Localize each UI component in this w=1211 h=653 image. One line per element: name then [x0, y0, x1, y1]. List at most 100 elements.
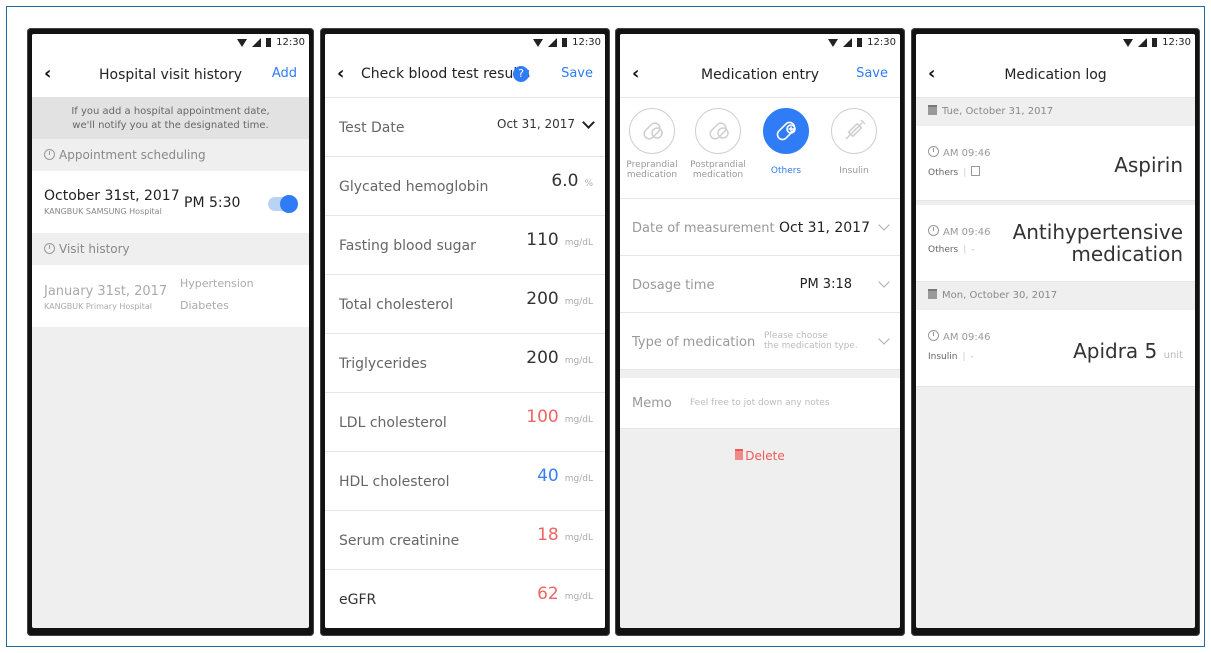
back-arrow-icon[interactable]: ‹: [632, 63, 639, 84]
entry-time: AM 09:46: [928, 225, 990, 238]
day-header-2: Mon, October 30, 2017: [916, 282, 1195, 310]
phone-medication-entry: 12:30 ‹ Medication entry Save Preprandia…: [615, 28, 905, 636]
test-value[interactable]: 100 mg/dL: [526, 407, 593, 427]
log-entry[interactable]: AM 09:46 Others | - Antihypertensive medica…: [916, 205, 1195, 282]
battery-icon: [1152, 38, 1158, 47]
appointment-row[interactable]: October 31st, 2017 KANGBUK SAMSUNG Hospi…: [32, 171, 309, 233]
blood-test-row[interactable]: Serum creatinine 18 mg/dL: [325, 511, 605, 570]
save-button[interactable]: Save: [561, 66, 593, 81]
battery-icon: [562, 38, 568, 47]
log-entry[interactable]: AM 09:46 Insulin | - Apidra 5 unit: [916, 310, 1195, 387]
option-postprandial[interactable]: Postprandial medication: [688, 108, 748, 180]
nav-bar: ‹ Hospital visit history Add: [32, 53, 309, 97]
test-label: Glycated hemoglobin: [339, 179, 489, 195]
chevron-down-icon[interactable]: [878, 219, 890, 231]
status-bar: 12:30: [916, 34, 1195, 53]
type-placeholder: Please choose the medication type.: [764, 331, 858, 351]
blood-test-row[interactable]: Glycated hemoglobin 6.0%: [325, 157, 605, 216]
back-arrow-icon[interactable]: ‹: [337, 63, 344, 84]
calendar-icon: [928, 105, 937, 115]
log-entry[interactable]: AM 09:46 Others | Aspirin: [916, 126, 1195, 201]
status-time: 12:30: [276, 37, 305, 48]
signal-icon: [252, 38, 262, 47]
test-date-row[interactable]: Test Date Oct 31, 2017: [325, 98, 605, 157]
test-value[interactable]: 200 mg/dL: [526, 289, 593, 309]
calendar-icon: [928, 289, 937, 299]
pill-icon: [629, 108, 675, 154]
help-icon[interactable]: ?: [513, 66, 529, 82]
status-bar: 12:30: [620, 34, 900, 53]
save-button[interactable]: Save: [856, 66, 888, 81]
test-value[interactable]: 200 mg/dL: [526, 348, 593, 368]
blood-test-row[interactable]: Total cholesterol 200 mg/dL: [325, 275, 605, 334]
appointment-alarm-toggle[interactable]: [268, 195, 298, 213]
signal-icon: [843, 38, 853, 47]
medication-name: Apidra 5 unit: [1073, 339, 1183, 363]
test-value[interactable]: 6.0%: [551, 171, 593, 191]
clock-icon: [44, 149, 55, 160]
test-value[interactable]: 62 mg/dL: [537, 584, 593, 604]
signal-icon: [548, 38, 558, 47]
clock-icon: [44, 243, 55, 254]
test-value[interactable]: 110 mg/dL: [526, 230, 593, 250]
entry-type: Insulin | -: [928, 352, 974, 362]
chevron-down-icon[interactable]: [878, 276, 890, 288]
medication-type-row[interactable]: Type of medication Please choose the medi…: [620, 313, 900, 370]
battery-icon: [266, 38, 272, 47]
status-bar: 12:30: [325, 34, 605, 53]
delete-button[interactable]: Delete: [620, 449, 900, 463]
back-arrow-icon[interactable]: ‹: [44, 63, 51, 84]
dosage-value: PM 3:18: [799, 277, 852, 292]
date-of-measurement-row[interactable]: Date of measurement Oct 31, 2017: [620, 199, 900, 256]
entry-type: Others | -: [928, 245, 975, 255]
dosage-time-row[interactable]: Dosage time PM 3:18: [620, 256, 900, 313]
back-arrow-icon[interactable]: ‹: [928, 63, 935, 84]
blood-test-row[interactable]: Fasting blood sugar 110 mg/dL: [325, 216, 605, 275]
test-label: eGFR: [339, 592, 377, 608]
medication-type-selector: Preprandial medication Postprandial medica…: [620, 98, 900, 190]
option-preprandial[interactable]: Preprandial medication: [622, 108, 682, 180]
day-label-2: Mon, October 30, 2017: [942, 290, 1058, 301]
memo-label: Memo: [632, 396, 672, 411]
phone-medication-log: 12:30 ‹ Medication log Tue, October 31, …: [911, 28, 1200, 636]
label-insulin: Insulin: [839, 166, 869, 176]
test-label: Fasting blood sugar: [339, 238, 476, 254]
visit-condition-1: Hypertension: [180, 277, 254, 290]
option-insulin[interactable]: Insulin: [824, 108, 884, 176]
test-value[interactable]: 40 mg/dL: [537, 466, 593, 486]
memo-row[interactable]: Memo Feel free to jot down any notes: [620, 378, 900, 429]
visit-date: January 31st, 2017: [44, 284, 168, 299]
blood-test-row[interactable]: LDL cholesterol 100 mg/dL: [325, 393, 605, 452]
page-title: Hospital visit history: [98, 67, 243, 83]
appointment-section-header: Appointment scheduling: [32, 139, 309, 171]
screen-medication-entry: 12:30 ‹ Medication entry Save Preprandia…: [620, 34, 900, 628]
blood-test-row[interactable]: HDL cholesterol 40 mg/dL: [325, 452, 605, 511]
option-others[interactable]: Others: [756, 108, 816, 176]
day-header-1: Tue, October 31, 2017: [916, 98, 1195, 126]
medication-name: Antihypertensive medication: [1012, 220, 1183, 266]
notice-line-1: If you add a hospital appointment date,: [71, 106, 270, 117]
spacer: [620, 190, 900, 199]
test-date-label: Test Date: [339, 120, 405, 136]
clock-icon: [928, 225, 939, 236]
visit-history-row[interactable]: January 31st, 2017 KANGBUK Primary Hospi…: [32, 265, 309, 327]
blood-test-row[interactable]: Triglycerides 200 mg/dL: [325, 334, 605, 393]
test-label: HDL cholesterol: [339, 474, 450, 490]
memo-icon: [971, 166, 981, 176]
dosage-label: Dosage time: [632, 278, 715, 293]
add-button[interactable]: Add: [272, 66, 297, 81]
chevron-down-icon[interactable]: [878, 333, 890, 345]
test-value[interactable]: 18 mg/dL: [537, 525, 593, 545]
chevron-down-icon[interactable]: [582, 116, 595, 129]
visit-history-section-label: Visit history: [59, 242, 130, 256]
appointment-date: October 31st, 2017: [44, 188, 180, 204]
appointment-section-label: Appointment scheduling: [59, 148, 206, 162]
memo-input[interactable]: Feel free to jot down any notes: [690, 398, 830, 408]
blood-test-row[interactable]: eGFR 62 mg/dL: [325, 570, 605, 628]
entry-type: Others |: [928, 166, 981, 178]
page-title: Medication log: [1004, 67, 1107, 83]
type-label: Type of medication: [632, 335, 756, 350]
capsule-plus-icon: [763, 108, 809, 154]
notification-notice: If you add a hospital appointment date, …: [32, 97, 309, 139]
